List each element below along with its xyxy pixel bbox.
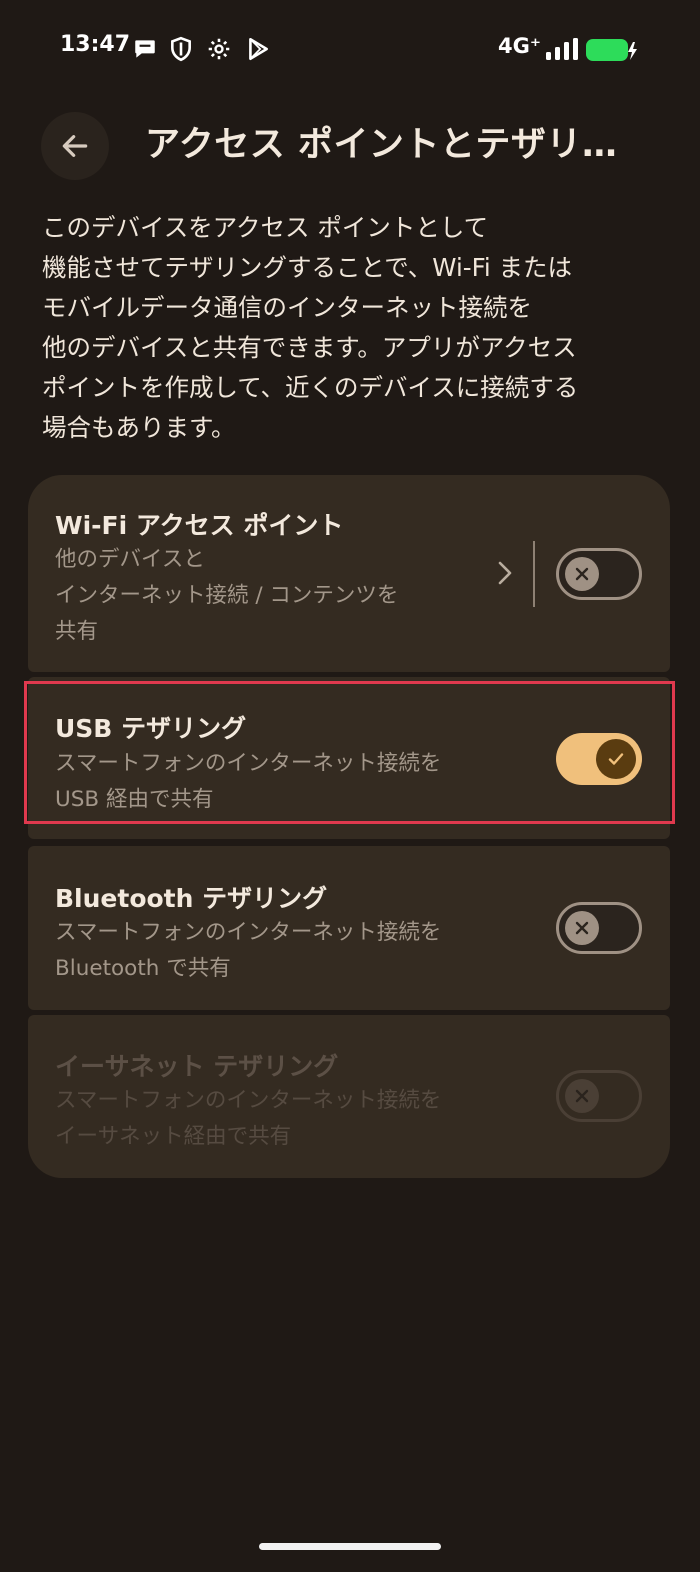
usb-tethering-toggle[interactable] (556, 733, 642, 785)
chat-bubble-icon (135, 40, 155, 58)
bluetooth-tethering-title: Bluetooth テザリング (55, 884, 328, 913)
row-divider (533, 541, 535, 607)
chevron-right-icon[interactable] (494, 558, 516, 588)
close-icon (575, 567, 589, 581)
usb-tethering-title: USB テザリング (55, 714, 247, 743)
usb-tethering-subtitle: スマートフォンのインターネット接続を USB 経由で共有 (55, 751, 442, 812)
check-icon (608, 753, 624, 765)
play-store-icon (249, 37, 268, 61)
home-indicator[interactable] (259, 1543, 441, 1550)
ethernet-tethering-subtitle: スマートフォンのインターネット接続を イーサネット経由で共有 (55, 1088, 442, 1149)
shield-icon (171, 36, 191, 62)
wifi-hotspot-row[interactable]: Wi-Fi アクセス ポイント 他のデバイスと インターネット接続 / コンテン… (28, 475, 670, 672)
bluetooth-tethering-row[interactable]: Bluetooth テザリング スマートフォンのインターネット接続を Bluet… (28, 846, 670, 1010)
back-arrow-icon (62, 135, 88, 157)
bluetooth-tethering-subtitle: スマートフォンのインターネット接続を Bluetooth で共有 (55, 920, 442, 981)
toggle-knob (565, 557, 599, 591)
network-type: 4G⁺ (498, 34, 541, 58)
wifi-hotspot-toggle[interactable] (556, 548, 642, 600)
close-icon (575, 1089, 589, 1103)
gear-icon (208, 38, 230, 60)
status-bar: 13:47 4G⁺ (0, 0, 700, 100)
wifi-hotspot-subtitle: 他のデバイスと インターネット接続 / コンテンツを 共有 (55, 547, 399, 644)
ethernet-tethering-title: イーサネット テザリング (55, 1052, 339, 1081)
page-title: アクセス ポイントとテザリ… (145, 125, 618, 165)
status-time: 13:47 (60, 32, 131, 57)
toggle-knob (565, 911, 599, 945)
toggle-knob (596, 739, 636, 779)
ethernet-tethering-row: イーサネット テザリング スマートフォンのインターネット接続を イーサネット経由… (28, 1015, 670, 1178)
signal-icon (546, 38, 578, 60)
toggle-knob (565, 1079, 599, 1113)
wifi-hotspot-title: Wi-Fi アクセス ポイント (55, 511, 344, 540)
ethernet-tethering-toggle (556, 1070, 642, 1122)
close-icon (575, 921, 589, 935)
back-button[interactable] (41, 112, 109, 180)
bluetooth-tethering-toggle[interactable] (556, 902, 642, 954)
page-description: このデバイスをアクセス ポイントとして 機能させてテザリングすることで、Wi-F… (42, 213, 579, 442)
usb-tethering-row[interactable]: USB テザリング スマートフォンのインターネット接続を USB 経由で共有 (28, 677, 670, 839)
battery-charging-icon (586, 39, 637, 61)
